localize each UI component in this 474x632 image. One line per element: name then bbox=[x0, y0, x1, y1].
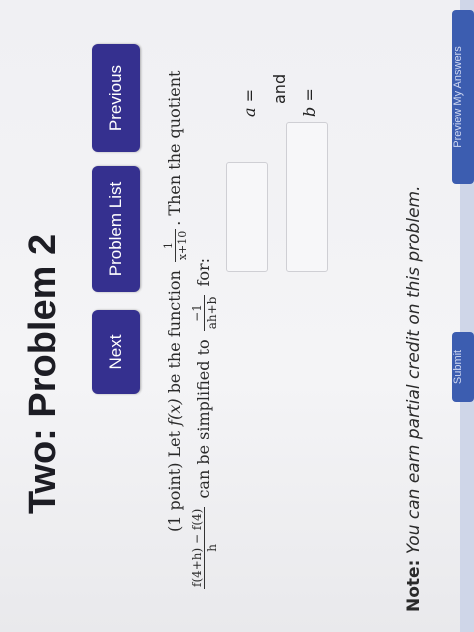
then-quotient-text: . Then the quotient bbox=[165, 70, 184, 226]
problem-page: Two: Problem 2 Previous Problem List Nex… bbox=[0, 0, 474, 632]
and-text: and bbox=[270, 73, 289, 104]
answer-b-row: b = bbox=[300, 65, 319, 117]
note-text: You can earn partial credit on this prob… bbox=[404, 185, 424, 560]
answer-b-label: b = bbox=[300, 88, 319, 117]
function-fraction: 1 x+10 bbox=[162, 228, 189, 263]
answer-a-label: a = bbox=[240, 88, 259, 117]
quotient-numerator: f(4+h) − f(4) bbox=[190, 506, 205, 589]
function-name: f(x) bbox=[165, 398, 184, 426]
result-fraction: −1 ah+b bbox=[190, 294, 219, 332]
result-numerator: −1 bbox=[190, 294, 205, 332]
quotient-denominator: h bbox=[205, 543, 219, 552]
note-label: Note: bbox=[404, 559, 424, 612]
for-text: for: bbox=[194, 257, 213, 292]
next-button[interactable]: Next bbox=[92, 310, 140, 394]
answer-a-row: a = bbox=[240, 65, 259, 117]
problem-line-1: (1 point) Let f(x) be the function 1 x+10… bbox=[162, 12, 189, 532]
simplified-text: can be simplified to bbox=[194, 334, 213, 504]
preview-answers-button[interactable]: Preview My Answers bbox=[452, 10, 474, 184]
be-function-text: be the function bbox=[165, 265, 184, 399]
function-denominator: x+10 bbox=[176, 230, 189, 261]
answer-a-input[interactable] bbox=[226, 162, 268, 272]
page-title: Two: Problem 2 bbox=[22, 233, 64, 514]
problem-intro: (1 point) Let bbox=[165, 425, 184, 532]
quotient-fraction: f(4+h) − f(4) h bbox=[190, 506, 219, 589]
result-denominator: ah+b bbox=[205, 296, 219, 330]
answer-b-input[interactable] bbox=[286, 122, 328, 272]
previous-button[interactable]: Previous bbox=[92, 44, 140, 152]
function-numerator: 1 bbox=[162, 228, 176, 263]
submit-button[interactable]: Submit bbox=[452, 332, 474, 402]
partial-credit-note: Note: You can earn partial credit on thi… bbox=[404, 186, 424, 613]
problem-list-button[interactable]: Problem List bbox=[92, 166, 140, 292]
problem-line-2: f(4+h) − f(4) h can be simplified to −1 ah… bbox=[190, 0, 219, 632]
